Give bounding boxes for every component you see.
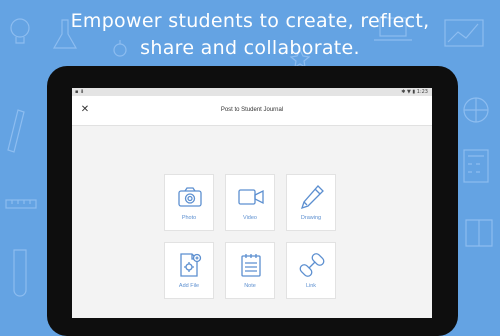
calculator-doodle-icon (463, 149, 489, 183)
note-option-label: Note (244, 283, 256, 289)
video-camera-icon (238, 189, 264, 205)
status-bar: ▪ ⬇ ✱ ▼ ▮ 1:23 (72, 88, 432, 96)
notepad-icon (241, 254, 261, 277)
camera-icon (178, 187, 202, 207)
add-file-option-button[interactable]: Add File (164, 242, 214, 299)
app-bar: ✕ Post to Student Journal (72, 96, 432, 126)
page-title: Post to Student Journal (220, 107, 284, 113)
book-doodle-icon (465, 219, 493, 247)
globe-doodle-icon (463, 97, 489, 123)
pencil-icon (300, 185, 324, 210)
ruler-doodle-icon (5, 199, 37, 209)
file-icon (180, 253, 202, 277)
video-option-button[interactable]: Video (225, 174, 275, 231)
tablet-screen: ▪ ⬇ ✱ ▼ ▮ 1:23 ✕ Post to Student Journal… (72, 88, 432, 318)
promo-headline: Empower students to create, reflect, sha… (0, 8, 500, 62)
pencil-doodle-icon (7, 109, 25, 153)
link-icon (299, 253, 325, 277)
link-option-button[interactable]: Link (286, 242, 336, 299)
video-option-label: Video (243, 215, 257, 221)
photo-option-button[interactable]: Photo (164, 174, 214, 231)
drawing-option-label: Drawing (300, 215, 322, 221)
add-file-option-label: Add File (178, 283, 200, 289)
note-option-button[interactable]: Note (225, 242, 275, 299)
headline-line-1: Empower students to create, reflect, (70, 10, 430, 32)
link-option-label: Link (305, 283, 317, 289)
headline-line-2: share and collaborate. (140, 37, 360, 59)
photo-option-label: Photo (181, 215, 197, 221)
drawing-option-button[interactable]: Drawing (286, 174, 336, 231)
status-left-icons: ▪ ⬇ (75, 89, 85, 95)
status-right-icons: ✱ ▼ ▮ 1:23 (401, 89, 428, 95)
test-tube-doodle-icon (13, 249, 27, 297)
